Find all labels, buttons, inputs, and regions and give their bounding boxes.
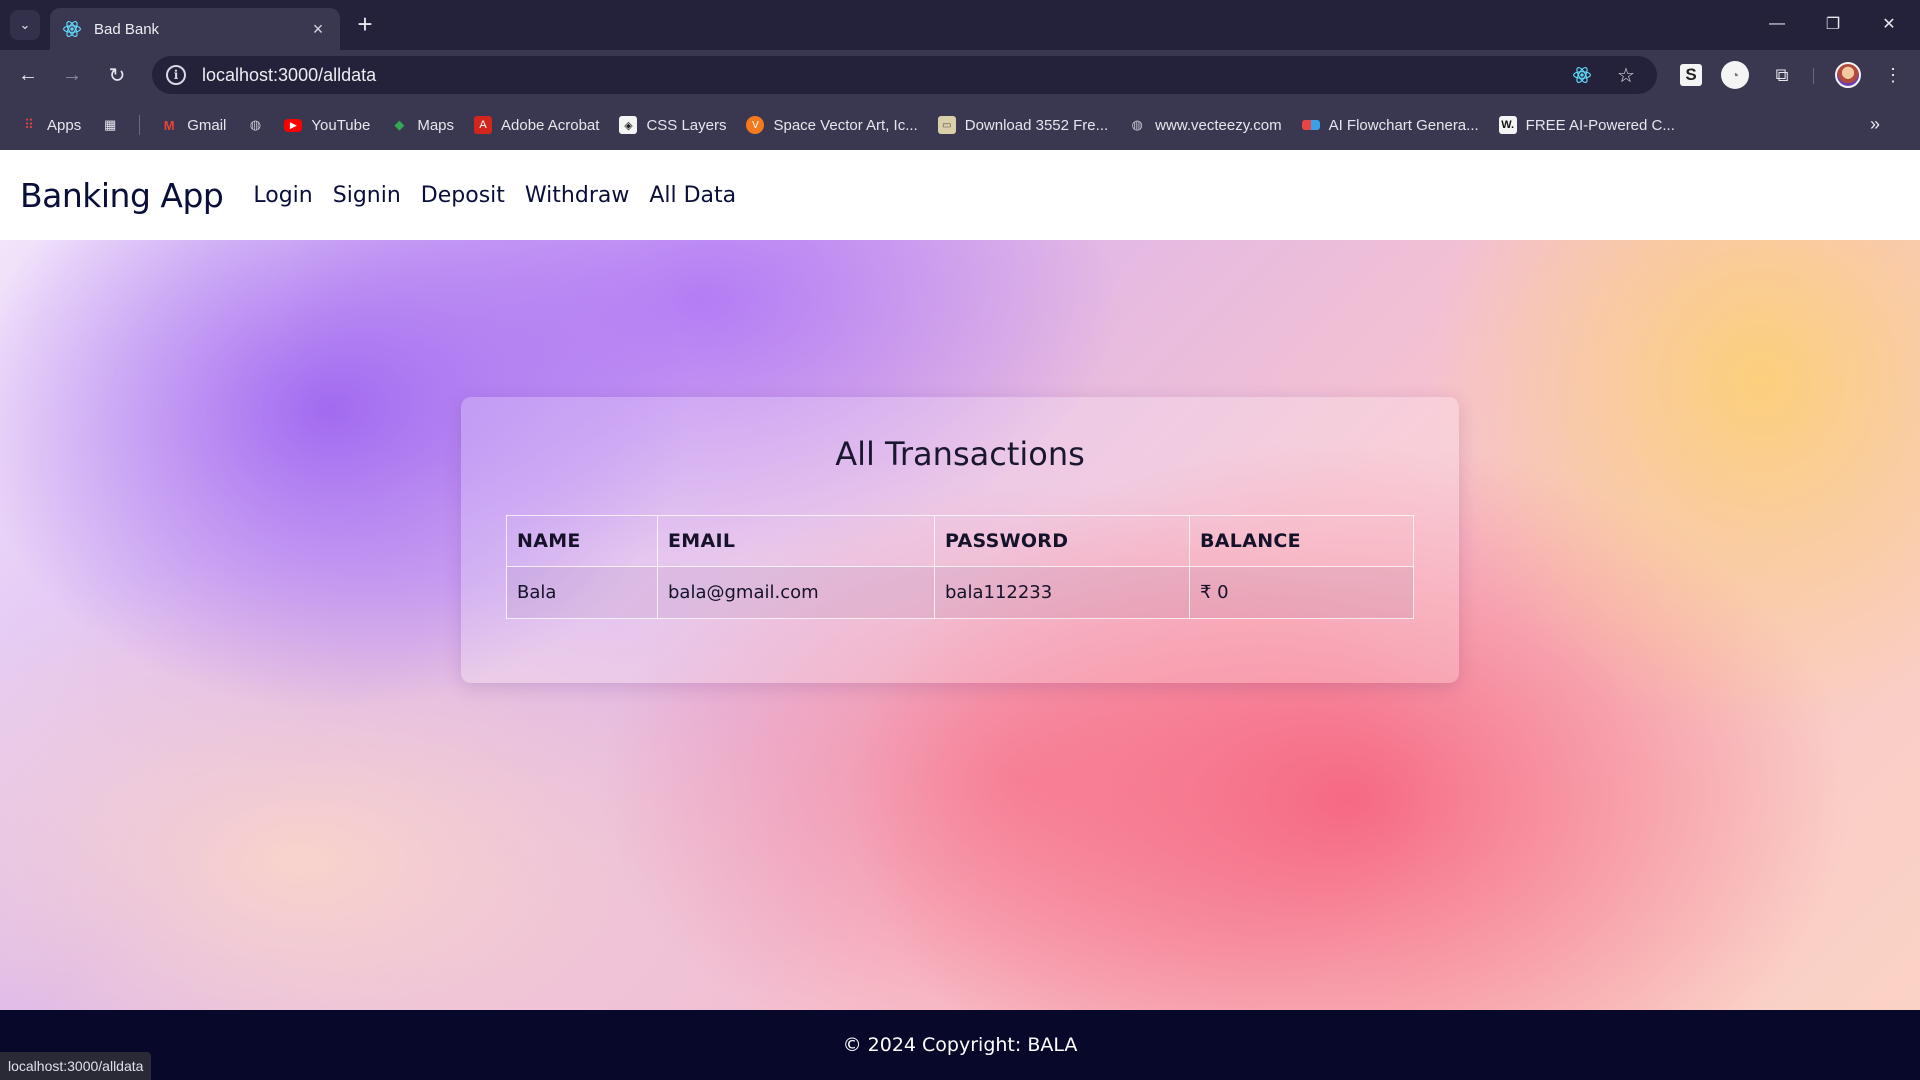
bookmarks-bar: ⠿ Apps ▦ M Gmail ◍ ▶ YouTube ◆ Maps A Ad… xyxy=(0,100,1920,150)
address-bar[interactable]: i localhost:3000/alldata ☆ xyxy=(152,56,1657,94)
bookmark-label: Gmail xyxy=(187,116,227,134)
nav-deposit[interactable]: Deposit xyxy=(421,183,505,208)
bookmark-label: Apps xyxy=(47,116,82,134)
column-header-email: EMAIL xyxy=(657,515,935,567)
globe-icon: ◍ xyxy=(249,117,262,132)
cell-name: Bala xyxy=(506,566,658,619)
grid-icon: ▦ xyxy=(104,117,117,132)
bookmark-label: AI Flowchart Genera... xyxy=(1328,116,1479,134)
css-layers-icon: ◈ xyxy=(619,116,638,134)
transactions-card: All Transactions NAME EMAIL PASSWORD BAL… xyxy=(461,397,1459,683)
brand-logo[interactable]: Banking App xyxy=(20,176,224,215)
bookmark-css-layers[interactable]: ◈ CSS Layers xyxy=(619,116,726,134)
tab-search-button[interactable]: ⌄ xyxy=(10,10,40,40)
bookmark-space-vector[interactable]: V Space Vector Art, Ic... xyxy=(746,116,918,134)
apps-grid-icon: ⠿ xyxy=(24,117,34,132)
more-menu-icon[interactable]: ⋮ xyxy=(1878,60,1908,90)
bookmark-label: Adobe Acrobat xyxy=(501,116,600,134)
bookmark-apps[interactable]: ⠿ Apps xyxy=(20,116,81,134)
column-header-name: NAME xyxy=(506,515,658,567)
bookmark-vecteezy[interactable]: ◍ www.vecteezy.com xyxy=(1128,116,1281,134)
bookmark-star-icon[interactable]: ☆ xyxy=(1613,62,1639,88)
bookmark-label: Download 3552 Fre... xyxy=(964,116,1109,134)
youtube-icon: ▶ xyxy=(284,118,303,132)
copyright-text: © 2024 Copyright: BALA xyxy=(842,1034,1078,1056)
page-footer: © 2024 Copyright: BALA xyxy=(0,1010,1920,1080)
forward-button[interactable]: → xyxy=(57,60,87,90)
minimize-button[interactable]: — xyxy=(1754,8,1800,40)
browser-toolbar: ← → ↻ i localhost:3000/alldata ☆ S ◔ ⧉ ⋮ xyxy=(0,50,1920,100)
column-header-balance: BALANCE xyxy=(1189,515,1414,567)
site-info-icon[interactable]: i xyxy=(166,65,186,85)
new-tab-button[interactable]: + xyxy=(352,11,378,38)
bookmark-maps[interactable]: ◆ Maps xyxy=(390,116,454,134)
column-header-password: PASSWORD xyxy=(934,515,1190,567)
link-status-bubble: localhost:3000/alldata xyxy=(0,1052,152,1080)
w-icon: W. xyxy=(1498,116,1517,134)
bookmark-label: www.vecteezy.com xyxy=(1155,116,1282,134)
reload-button[interactable]: ↻ xyxy=(102,60,132,90)
table-header-row: NAME EMAIL PASSWORD BALANCE xyxy=(506,515,1414,567)
bookmark-label: YouTube xyxy=(311,116,371,134)
react-icon xyxy=(63,21,81,37)
maps-icon: ◆ xyxy=(394,117,405,132)
gmail-icon: M xyxy=(163,117,175,133)
bookmark-grid[interactable]: ▦ xyxy=(101,116,119,134)
bookmark-youtube[interactable]: ▶ YouTube xyxy=(284,117,370,134)
bookmark-acrobat[interactable]: A Adobe Acrobat xyxy=(474,116,599,134)
browser-tab-bar: ⌄ Bad Bank × + — ❐ ✕ xyxy=(0,0,1920,50)
s-extension-icon[interactable]: S xyxy=(1680,64,1702,86)
bookmark-globe[interactable]: ◍ xyxy=(246,116,264,134)
nav-withdraw[interactable]: Withdraw xyxy=(525,183,629,208)
extension-circle-icon[interactable]: ◔ xyxy=(1721,61,1749,89)
vecteezy-icon: V xyxy=(746,116,765,134)
cell-email: bala@gmail.com xyxy=(657,566,935,619)
table-row: Bala bala@gmail.com bala112233 ₹ 0 xyxy=(506,566,1414,619)
bookmark-label: Maps xyxy=(417,116,455,134)
image-icon: ▭ xyxy=(937,116,956,134)
bookmark-download[interactable]: ▭ Download 3552 Fre... xyxy=(937,116,1109,134)
chevron-down-icon: ⌄ xyxy=(19,17,31,32)
nav-all-data[interactable]: All Data xyxy=(649,183,736,208)
cell-balance: ₹ 0 xyxy=(1189,566,1414,619)
bookmark-label: Space Vector Art, Ic... xyxy=(773,116,918,134)
bookmark-separator xyxy=(139,115,141,135)
tab-title: Bad Bank xyxy=(94,20,160,38)
cell-password: bala112233 xyxy=(934,566,1190,619)
nav-login[interactable]: Login xyxy=(253,183,312,208)
bookmark-free-ai[interactable]: W. FREE AI-Powered C... xyxy=(1498,116,1675,134)
bookmark-ai-flowchart[interactable]: AI Flowchart Genera... xyxy=(1301,116,1479,134)
close-window-button[interactable]: ✕ xyxy=(1866,8,1912,40)
card-title: All Transactions xyxy=(835,435,1085,473)
back-button[interactable]: ← xyxy=(13,60,43,90)
toolbar-divider xyxy=(1813,68,1814,84)
gradient-background: All Transactions NAME EMAIL PASSWORD BAL… xyxy=(0,240,1920,1010)
nav-signin[interactable]: Signin xyxy=(333,183,401,208)
url-text[interactable]: localhost:3000/alldata xyxy=(202,65,1569,86)
bookmarks-overflow-icon[interactable]: » xyxy=(1870,114,1880,135)
bookmark-label: CSS Layers xyxy=(646,116,727,134)
transactions-table: NAME EMAIL PASSWORD BALANCE Bala bala@gm… xyxy=(506,515,1414,619)
bookmark-gmail[interactable]: M Gmail xyxy=(160,116,227,134)
globe-icon: ◍ xyxy=(1131,117,1143,132)
browser-tab[interactable]: Bad Bank × xyxy=(50,8,340,50)
close-tab-icon[interactable]: × xyxy=(308,19,328,39)
extensions-puzzle-icon[interactable]: ⧉ xyxy=(1767,60,1797,90)
profile-avatar[interactable] xyxy=(1835,62,1861,88)
flowchart-icon xyxy=(1301,120,1320,130)
restore-button[interactable]: ❐ xyxy=(1810,8,1856,40)
react-devtools-icon[interactable] xyxy=(1569,62,1595,88)
acrobat-icon: A xyxy=(474,116,493,134)
app-navbar: Banking App Login Signin Deposit Withdra… xyxy=(0,150,1920,240)
bookmark-label: FREE AI-Powered C... xyxy=(1525,116,1675,134)
